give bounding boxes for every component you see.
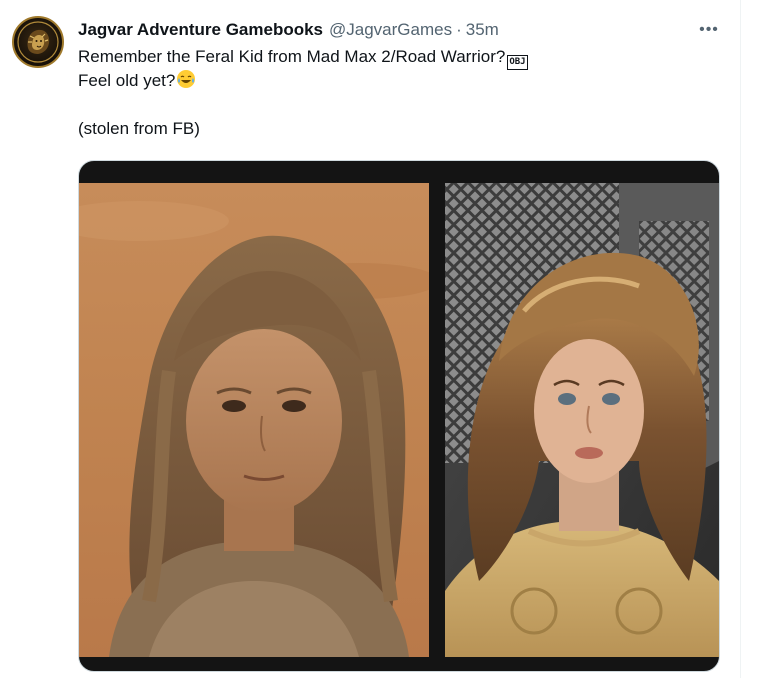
tweet-line-1: Remember the Feral Kid from Mad Max 2/Ro…	[78, 45, 718, 70]
more-options-icon: •••	[699, 21, 719, 38]
tweet-line-3: (stolen from FB)	[78, 119, 200, 138]
face-with-tears-of-joy-emoji	[176, 69, 196, 96]
separator-dot: ·	[456, 20, 462, 39]
author-display-name[interactable]: Jagvar Adventure Gamebooks	[78, 20, 323, 40]
more-options-button[interactable]: •••	[694, 17, 724, 43]
left-photo-feral-kid	[79, 183, 439, 657]
right-photo-woman	[445, 183, 719, 657]
tweet-header: Jagvar Adventure Gamebooks @JagvarGames …	[78, 18, 732, 42]
tweet-line-2: Feel old yet?	[78, 69, 718, 93]
tweet-card[interactable]: Jagvar Adventure Gamebooks @JagvarGames …	[0, 0, 760, 678]
avatar[interactable]	[12, 16, 64, 68]
tweet-timestamp[interactable]: 35m	[466, 20, 499, 40]
tweet-media-image[interactable]	[78, 160, 720, 672]
tweet-line-1-text: Remember the Feral Kid from Mad Max 2/Ro…	[78, 47, 506, 66]
tweet-text: Remember the Feral Kid from Mad Max 2/Ro…	[78, 45, 718, 141]
lion-logo-icon	[17, 21, 59, 63]
tweet-line-2-text: Feel old yet?	[78, 71, 176, 90]
object-replacement-glyph: OBJ	[507, 55, 528, 70]
author-handle[interactable]: @JagvarGames	[329, 20, 452, 40]
column-divider	[740, 0, 741, 678]
